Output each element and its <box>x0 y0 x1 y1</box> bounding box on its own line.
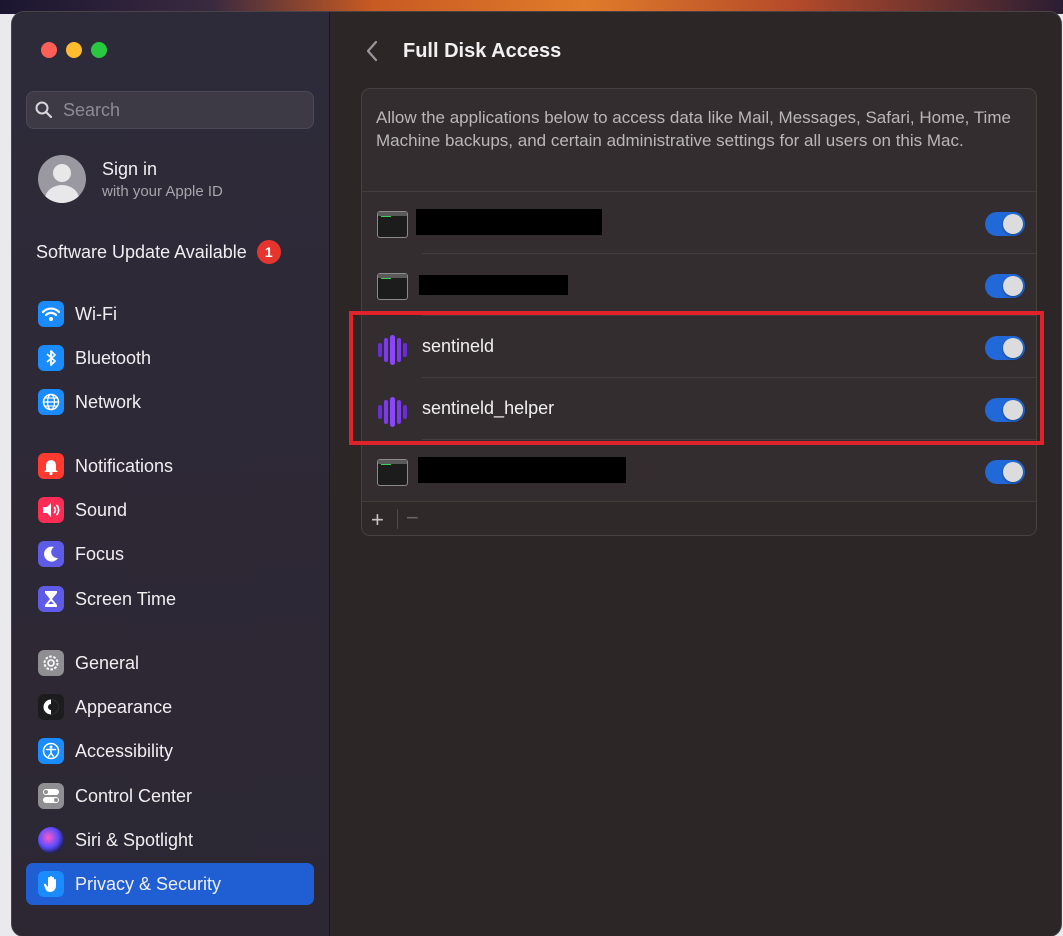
minimize-window-button[interactable] <box>66 42 82 58</box>
accessibility-icon <box>38 738 64 764</box>
back-button[interactable] <box>362 38 382 64</box>
sidebar-item-label: Siri & Spotlight <box>75 829 194 850</box>
control-center-icon <box>38 783 64 809</box>
access-toggle[interactable] <box>985 274 1025 298</box>
sentinelone-icon <box>377 335 408 365</box>
wifi-icon <box>38 301 64 327</box>
sidebar-item-label: Notifications <box>75 455 174 476</box>
sidebar-item-label: Bluetooth <box>75 347 152 368</box>
sidebar-item-siri-spotlight[interactable]: Siri & Spotlight <box>26 819 314 861</box>
redacted-app-name <box>418 457 626 483</box>
search-icon <box>35 101 53 119</box>
close-window-button[interactable] <box>41 42 57 58</box>
sidebar-item-label: General <box>75 652 140 673</box>
sidebar-item-label: Control Center <box>75 785 193 806</box>
sidebar-item-general[interactable]: General <box>26 642 314 684</box>
redacted-app-name <box>419 275 568 295</box>
sidebar-item-network[interactable]: Network <box>26 381 314 423</box>
search-field[interactable] <box>26 91 314 129</box>
remove-app-button[interactable]: − <box>406 505 419 531</box>
window-controls <box>41 42 107 58</box>
signin-subtitle: with your Apple ID <box>102 182 223 200</box>
sidebar-item-sound[interactable]: Sound <box>26 489 314 531</box>
siri-icon <box>38 827 64 853</box>
main-content: Full Disk Access Allow the applications … <box>330 12 1061 936</box>
terminal-icon <box>377 459 408 487</box>
speaker-icon <box>38 497 64 523</box>
sidebar-item-control-center[interactable]: Control Center <box>26 775 314 817</box>
signin-title: Sign in <box>102 158 158 179</box>
sidebar-item-label: Sound <box>75 499 128 520</box>
software-update-item[interactable]: Software Update Available 1 <box>36 240 281 264</box>
access-toggle[interactable] <box>985 212 1025 236</box>
terminal-icon <box>377 211 408 239</box>
sidebar-item-privacy-security[interactable]: Privacy & Security <box>26 863 314 905</box>
bell-icon <box>38 453 64 479</box>
sidebar-item-wifi[interactable]: Wi-Fi <box>26 293 314 335</box>
hourglass-icon <box>38 586 64 612</box>
apple-id-signin[interactable]: Sign in with your Apple ID <box>38 155 223 203</box>
access-toggle[interactable] <box>985 398 1025 422</box>
app-row <box>362 440 1036 502</box>
gear-icon <box>38 650 64 676</box>
app-name: sentineld_helper <box>422 398 555 418</box>
sidebar-item-screen-time[interactable]: Screen Time <box>26 578 314 620</box>
sidebar: Sign in with your Apple ID Software Upda… <box>12 12 330 936</box>
app-row: sentineld <box>362 316 1036 378</box>
add-app-button[interactable]: + <box>371 507 384 533</box>
access-toggle[interactable] <box>985 460 1025 484</box>
hand-icon <box>38 871 64 897</box>
update-badge: 1 <box>256 240 281 264</box>
panel-description: Allow the applications below to access d… <box>376 108 1011 150</box>
avatar <box>38 155 86 203</box>
access-toggle[interactable] <box>985 336 1025 360</box>
globe-icon <box>38 389 64 415</box>
appearance-icon <box>38 694 64 720</box>
app-row <box>362 254 1036 316</box>
app-row: sentineld_helper <box>362 378 1036 440</box>
terminal-icon <box>377 273 408 301</box>
sidebar-item-label: Appearance <box>75 696 173 717</box>
sidebar-item-label: Accessibility <box>75 740 174 761</box>
sidebar-item-accessibility[interactable]: Accessibility <box>26 730 314 772</box>
sidebar-item-label: Screen Time <box>75 588 177 609</box>
sidebar-item-notifications[interactable]: Notifications <box>26 445 314 487</box>
sidebar-item-appearance[interactable]: Appearance <box>26 686 314 728</box>
redacted-app-name <box>416 209 602 235</box>
sidebar-item-label: Focus <box>75 543 125 564</box>
sidebar-item-focus[interactable]: Focus <box>26 533 314 575</box>
sidebar-item-label: Wi-Fi <box>75 303 117 324</box>
sidebar-item-bluetooth[interactable]: Bluetooth <box>26 337 314 379</box>
zoom-window-button[interactable] <box>91 42 107 58</box>
settings-window: Sign in with your Apple ID Software Upda… <box>12 12 1061 936</box>
sentinelone-icon <box>377 397 408 427</box>
list-footer: + − <box>362 501 1036 535</box>
moon-icon <box>38 541 64 567</box>
sidebar-item-label: Network <box>75 391 142 412</box>
app-row <box>362 192 1036 254</box>
search-input[interactable] <box>61 98 295 122</box>
sidebar-item-label: Privacy & Security <box>75 873 222 894</box>
chevron-left-icon <box>366 40 378 62</box>
bluetooth-icon <box>38 345 64 371</box>
software-update-label: Software Update Available <box>36 241 247 262</box>
page-title: Full Disk Access <box>403 40 562 62</box>
app-list-panel: Allow the applications below to access d… <box>361 88 1037 536</box>
app-name: sentineld <box>422 336 495 356</box>
